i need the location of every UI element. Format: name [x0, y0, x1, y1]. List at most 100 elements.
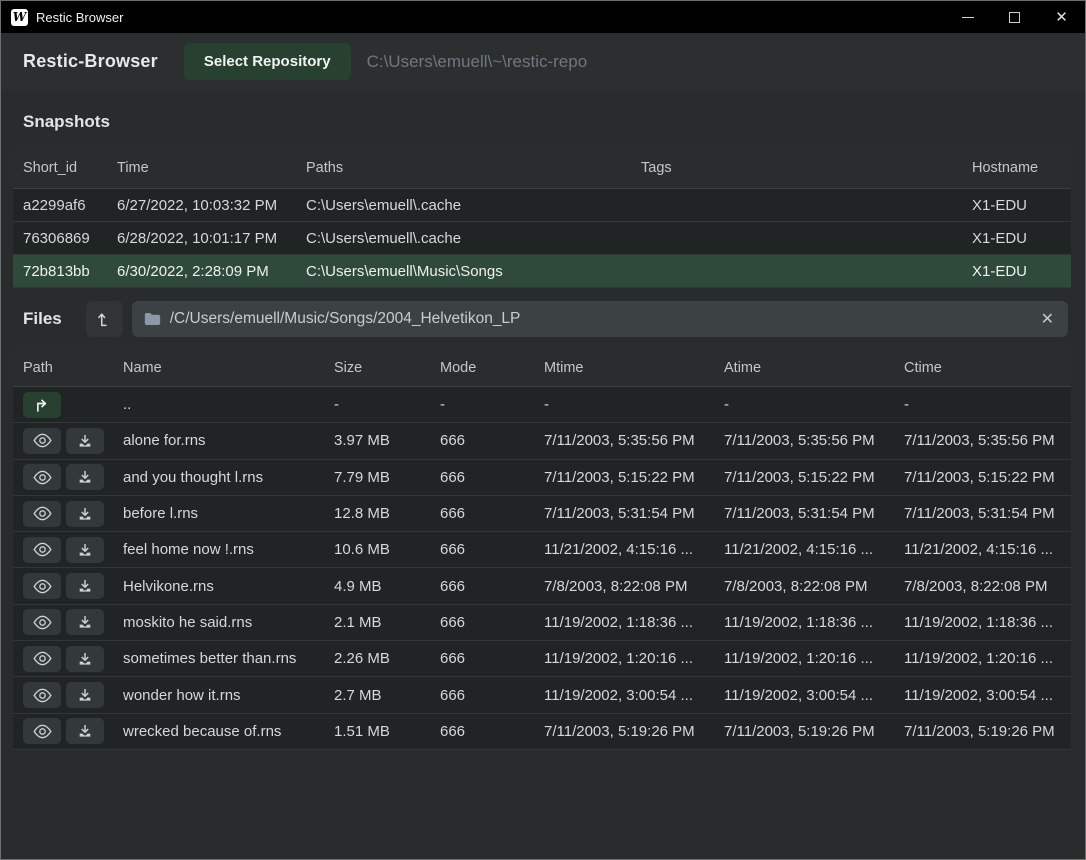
file-atime: 7/11/2003, 5:31:54 PM [714, 505, 894, 522]
eye-icon [33, 579, 52, 594]
download-icon [77, 578, 93, 594]
open-parent-dir-button[interactable] [23, 392, 61, 418]
snapshot-hostname: X1-EDU [962, 230, 1071, 247]
file-row: and you thought l.rns7.79 MB6667/11/2003… [13, 460, 1071, 496]
file-mode: 666 [430, 578, 534, 595]
empty-area [1, 750, 1085, 859]
view-file-button[interactable] [23, 718, 61, 744]
current-path-input[interactable]: /C/Users/emuell/Music/Songs/2004_Helveti… [132, 301, 1068, 337]
app-header: Restic-Browser Select Repository C:\User… [1, 33, 1085, 90]
column-header-paths: Paths [296, 160, 631, 176]
file-ctime: 11/19/2002, 1:20:16 ... [894, 650, 1071, 667]
download-file-button[interactable] [66, 428, 104, 454]
file-atime: 7/11/2003, 5:35:56 PM [714, 432, 894, 449]
view-file-button[interactable] [23, 682, 61, 708]
close-button[interactable]: ✕ [1038, 1, 1085, 33]
minimize-icon [962, 17, 974, 18]
files-table: Path Name Size Mode Mtime Atime Ctime ..… [13, 349, 1071, 750]
file-mode: 666 [430, 650, 534, 667]
file-mtime: 7/8/2003, 8:22:08 PM [534, 578, 714, 595]
view-file-button[interactable] [23, 464, 61, 490]
column-header-hostname: Hostname [962, 160, 1071, 176]
snapshots-table-header: Short_id Time Paths Tags Hostname [13, 147, 1071, 189]
eye-icon [33, 615, 52, 630]
file-ctime: - [894, 396, 1071, 413]
view-file-button[interactable] [23, 646, 61, 672]
file-actions [13, 537, 113, 563]
file-name: and you thought l.rns [113, 469, 324, 486]
file-atime: 7/11/2003, 5:19:26 PM [714, 723, 894, 740]
file-ctime: 7/8/2003, 8:22:08 PM [894, 578, 1071, 595]
download-file-button[interactable] [66, 718, 104, 744]
file-atime: 11/19/2002, 1:18:36 ... [714, 614, 894, 631]
file-ctime: 11/19/2002, 1:18:36 ... [894, 614, 1071, 631]
file-name: .. [113, 396, 324, 413]
snapshots-table: Short_id Time Paths Tags Hostname a2299a… [13, 147, 1071, 288]
snapshot-row[interactable]: 763068696/28/2022, 10:01:17 PMC:\Users\e… [13, 222, 1071, 255]
file-size: 2.1 MB [324, 614, 430, 631]
file-size: 4.9 MB [324, 578, 430, 595]
file-size: 2.26 MB [324, 650, 430, 667]
file-mode: 666 [430, 432, 534, 449]
current-path-value: /C/Users/emuell/Music/Songs/2004_Helveti… [170, 310, 1039, 328]
snapshot-paths: C:\Users\emuell\Music\Songs [296, 263, 631, 280]
view-file-button[interactable] [23, 573, 61, 599]
file-ctime: 7/11/2003, 5:15:22 PM [894, 469, 1071, 486]
level-up-icon [95, 310, 113, 328]
file-mtime: 11/19/2002, 3:00:54 ... [534, 687, 714, 704]
minimize-button[interactable] [944, 1, 991, 33]
download-file-button[interactable] [66, 646, 104, 672]
column-header-name: Name [113, 360, 324, 376]
file-atime: 11/19/2002, 3:00:54 ... [714, 687, 894, 704]
file-ctime: 7/11/2003, 5:35:56 PM [894, 432, 1071, 449]
file-actions [13, 573, 113, 599]
download-file-button[interactable] [66, 464, 104, 490]
file-size: 1.51 MB [324, 723, 430, 740]
file-size: - [324, 396, 430, 413]
file-mode: 666 [430, 723, 534, 740]
snapshot-short-id: 72b813bb [13, 263, 107, 280]
snapshot-hostname: X1-EDU [962, 263, 1071, 280]
snapshot-hostname: X1-EDU [962, 197, 1071, 214]
clear-path-icon[interactable]: ✕ [1039, 309, 1056, 329]
wails-logo-icon: W [11, 9, 28, 26]
download-file-button[interactable] [66, 573, 104, 599]
download-file-button[interactable] [66, 537, 104, 563]
file-actions [13, 682, 113, 708]
column-header-mtime: Mtime [534, 360, 714, 376]
download-file-button[interactable] [66, 609, 104, 635]
view-file-button[interactable] [23, 501, 61, 527]
file-name: wrecked because of.rns [113, 723, 324, 740]
files-section-title: Files [23, 309, 62, 329]
file-actions [13, 609, 113, 635]
file-mtime: 11/19/2002, 1:20:16 ... [534, 650, 714, 667]
view-file-button[interactable] [23, 609, 61, 635]
file-row: before l.rns12.8 MB6667/11/2003, 5:31:54… [13, 496, 1071, 532]
files-bar: Files /C/Users/emuell/Music/Songs/2004_H… [1, 288, 1085, 349]
view-file-button[interactable] [23, 537, 61, 563]
view-file-button[interactable] [23, 428, 61, 454]
app-name-label: Restic-Browser [23, 51, 158, 72]
file-mode: 666 [430, 469, 534, 486]
maximize-button[interactable] [991, 1, 1038, 33]
download-icon [77, 651, 93, 667]
file-mtime: 7/11/2003, 5:31:54 PM [534, 505, 714, 522]
eye-icon [33, 651, 52, 666]
eye-icon [33, 688, 52, 703]
file-row: alone for.rns3.97 MB6667/11/2003, 5:35:5… [13, 423, 1071, 459]
file-actions [13, 646, 113, 672]
select-repository-button[interactable]: Select Repository [184, 43, 351, 80]
file-mode: 666 [430, 505, 534, 522]
snapshot-row[interactable]: a2299af66/27/2022, 10:03:32 PMC:\Users\e… [13, 189, 1071, 222]
snapshots-section-title: Snapshots [1, 90, 1085, 147]
eye-icon [33, 724, 52, 739]
window-title: Restic Browser [36, 10, 944, 25]
eye-icon [33, 433, 52, 448]
download-file-button[interactable] [66, 682, 104, 708]
snapshot-row[interactable]: 72b813bb6/30/2022, 2:28:09 PMC:\Users\em… [13, 255, 1071, 288]
go-to-parent-button[interactable] [86, 301, 123, 337]
file-actions [13, 428, 113, 454]
file-atime: 11/19/2002, 1:20:16 ... [714, 650, 894, 667]
file-name: alone for.rns [113, 432, 324, 449]
download-file-button[interactable] [66, 501, 104, 527]
